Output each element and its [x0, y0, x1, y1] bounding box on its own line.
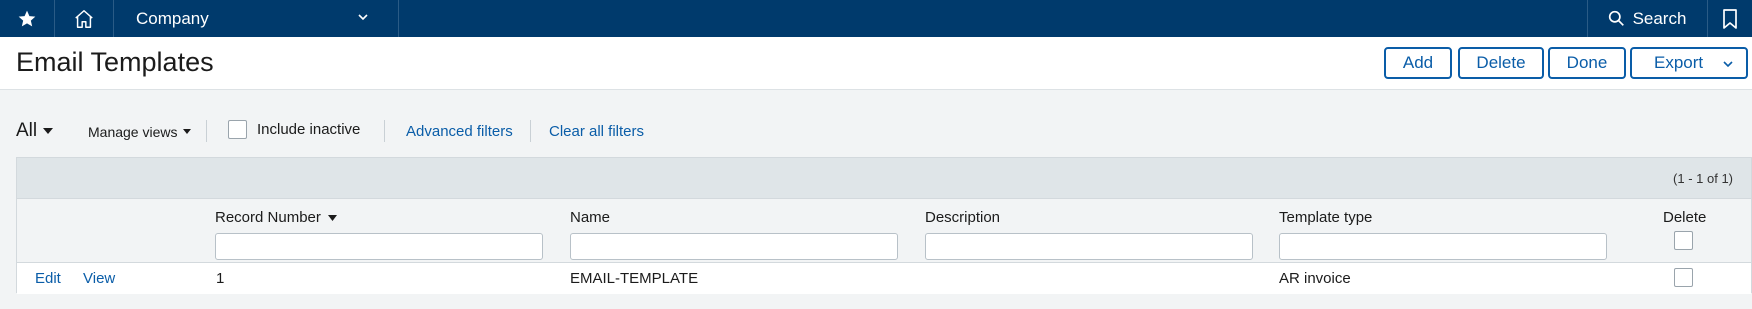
- nav-divider: [398, 0, 399, 37]
- column-header-delete: Delete: [1663, 209, 1706, 226]
- company-menu[interactable]: Company: [114, 0, 398, 37]
- name-cell: EMAIL-TEMPLATE: [570, 270, 699, 287]
- column-label: Template type: [1279, 209, 1373, 226]
- record-number-cell: 1: [216, 270, 225, 287]
- search-icon: [1608, 10, 1624, 26]
- delete-all-checkbox[interactable]: [1674, 231, 1693, 250]
- edit-link[interactable]: Edit: [35, 270, 61, 287]
- chevron-down-icon: [1723, 61, 1733, 68]
- delete-button[interactable]: Delete: [1458, 47, 1544, 79]
- manage-views-menu[interactable]: Manage views: [88, 124, 191, 140]
- bookmark-button[interactable]: [1708, 0, 1752, 37]
- manage-views-label: Manage views: [88, 124, 178, 140]
- template-type-filter-input[interactable]: [1279, 233, 1607, 260]
- pagination-info: (1 - 1 of 1): [1673, 171, 1733, 186]
- include-inactive-checkbox[interactable]: [228, 120, 247, 139]
- chevron-down-icon: [358, 14, 368, 21]
- filter-divider: [384, 120, 385, 142]
- export-label: Export: [1654, 53, 1704, 72]
- name-filter-input[interactable]: [570, 233, 898, 260]
- home-icon: [75, 9, 93, 28]
- row-delete-checkbox[interactable]: [1674, 268, 1693, 287]
- view-selector-label: All: [16, 120, 38, 141]
- filter-bar: All Manage views Include inactive Advanc…: [0, 110, 1752, 150]
- company-label: Company: [136, 8, 209, 28]
- include-inactive-label: Include inactive: [257, 121, 361, 138]
- include-inactive-option[interactable]: Include inactive: [228, 120, 360, 139]
- grid-toolbar: (1 - 1 of 1): [17, 158, 1751, 199]
- template-type-cell: AR invoice: [1279, 270, 1351, 287]
- star-icon: [18, 10, 36, 26]
- filter-divider: [530, 120, 531, 142]
- column-label: Record Number: [215, 209, 321, 226]
- page-header: Email Templates Add Delete Done Export: [0, 37, 1752, 90]
- column-header-description[interactable]: Description: [925, 209, 1000, 226]
- caret-down-icon: [182, 129, 191, 134]
- column-header-record-number[interactable]: Record Number: [215, 209, 337, 226]
- column-header-name[interactable]: Name: [570, 209, 610, 226]
- column-label: Description: [925, 209, 1001, 226]
- bookmark-icon: [1723, 8, 1737, 29]
- record-number-filter-input[interactable]: [215, 233, 543, 260]
- top-nav: Company Search: [0, 0, 1752, 37]
- advanced-filters-link[interactable]: Advanced filters: [406, 123, 513, 140]
- column-label: Delete: [1663, 209, 1707, 226]
- export-button[interactable]: Export: [1630, 47, 1748, 79]
- view-selector[interactable]: All: [16, 120, 54, 142]
- table-row: Edit View 1 EMAIL-TEMPLATE AR invoice: [17, 263, 1751, 294]
- grid-header: Record Number Name Description Template …: [17, 199, 1751, 263]
- done-button[interactable]: Done: [1548, 47, 1626, 79]
- favorites-button[interactable]: [0, 0, 54, 37]
- add-button[interactable]: Add: [1384, 47, 1452, 79]
- sort-desc-icon: [327, 214, 337, 221]
- column-header-template-type[interactable]: Template type: [1279, 209, 1372, 226]
- column-label: Name: [570, 209, 611, 226]
- page-title: Email Templates: [16, 47, 214, 77]
- description-filter-input[interactable]: [925, 233, 1253, 260]
- search-label: Search: [1632, 8, 1687, 28]
- records-grid: (1 - 1 of 1) Record Number Name Descript…: [16, 157, 1752, 294]
- view-link[interactable]: View: [83, 270, 115, 287]
- home-button[interactable]: [55, 0, 113, 37]
- clear-all-filters-link[interactable]: Clear all filters: [549, 123, 644, 140]
- search-button[interactable]: Search: [1587, 0, 1707, 37]
- filter-divider: [206, 120, 207, 142]
- caret-down-icon: [43, 128, 54, 134]
